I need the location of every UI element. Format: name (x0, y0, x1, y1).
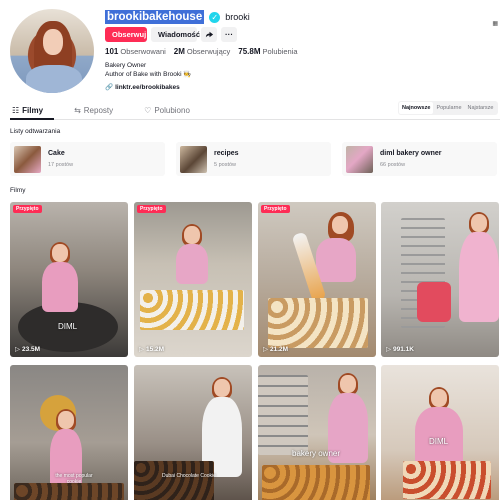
videos-heading: Filmy (10, 187, 26, 194)
grid-icon: ☷ (12, 105, 20, 115)
video-thumbnail[interactable]: DIML (381, 365, 499, 500)
repost-icon: ⇆ (74, 105, 81, 115)
view-count: ▷ 23.5M (15, 345, 41, 354)
video-caption: bakery owner (292, 449, 341, 458)
profile-actions: Obserwuj Wiadomość ··· (105, 27, 237, 42)
username: brookibakehouse (105, 10, 205, 24)
playlist-thumbnail (14, 145, 41, 173)
playlist-card[interactable]: diml bakery owner 66 postów (342, 142, 497, 176)
pinned-badge: Przypięto (137, 205, 166, 213)
pinned-badge: Przypięto (13, 205, 42, 213)
following-stat[interactable]: 101 Obserwowani (105, 47, 166, 56)
playlist-name: diml bakery owner (380, 150, 442, 157)
profile-link-text[interactable]: linktr.ee/brookibakes (115, 84, 180, 91)
share-icon[interactable] (201, 27, 217, 42)
corner-icons: ▦ (492, 20, 498, 27)
video-thumbnail[interactable]: Przypięto ▷ 21.2M (258, 202, 376, 357)
playlist-name: recipes (214, 150, 239, 157)
tab-liked[interactable]: ♡ Polubiono (142, 102, 190, 118)
profile-avatar[interactable] (10, 9, 94, 93)
video-caption: DIML (58, 322, 78, 331)
video-thumbnail[interactable]: Przypięto ▷ 15.2M (134, 202, 252, 357)
video-caption: Dubai Chocolate Cookie (162, 473, 216, 479)
video-thumbnail[interactable]: ▷ 991.1K (381, 202, 499, 357)
view-count: ▷ 21.2M (263, 345, 289, 354)
profile-stats: 101 Obserwowani 2M Obserwujący 75.8M Polubi… (105, 47, 298, 56)
bio-line: Author of Bake with Brooki 🧑‍🍳 (105, 70, 192, 78)
nickname: brooki (225, 12, 250, 22)
active-tab-indicator (10, 118, 54, 120)
tab-videos[interactable]: ☷ Filmy (10, 102, 43, 118)
playlist-count: 5 postów (214, 162, 237, 168)
sort-popular[interactable]: Popularne (433, 102, 464, 114)
playlist-thumbnail (346, 145, 373, 173)
view-count: ▷ 15.2M (139, 345, 165, 354)
sort-oldest[interactable]: Najstarsze (465, 102, 497, 114)
sort-switcher: Najnowsze Popularne Najstarsze (398, 101, 498, 115)
follow-button[interactable]: Obserwuj (105, 27, 147, 42)
likes-stat: 75.8M Polubienia (238, 47, 298, 56)
playlist-count: 66 postów (380, 162, 406, 168)
view-count: ▷ 991.1K (386, 345, 414, 354)
video-thumbnail[interactable]: the most popular cookie (10, 365, 128, 500)
profile-link[interactable]: 🔗 linktr.ee/brookibakes (105, 83, 180, 92)
video-caption: the most popular cookie (55, 473, 93, 485)
video-thumbnail[interactable]: Dubai Chocolate Cookie (134, 365, 252, 500)
video-thumbnail[interactable]: bakery owner (258, 365, 376, 500)
heart-outline-icon: ♡ (144, 105, 152, 115)
username-row: brookibakehouse ✓ brooki (105, 10, 250, 24)
bio-line: Bakery Owner (105, 62, 147, 69)
message-button[interactable]: Wiadomość (151, 27, 200, 42)
more-options-icon[interactable]: ··· (221, 27, 237, 42)
playlist-count: 17 postów (48, 162, 74, 168)
verified-badge-icon: ✓ (209, 11, 221, 23)
play-icon: ▷ (15, 346, 20, 353)
profile-bio: Bakery Owner Author of Bake with Brooki … (105, 62, 192, 79)
video-caption: DIML (429, 437, 449, 446)
playlist-card[interactable]: Cake 17 postów (10, 142, 165, 176)
tab-reposts[interactable]: ⇆ Reposty (72, 102, 113, 118)
play-icon: ▷ (386, 346, 391, 353)
play-icon: ▷ (139, 346, 144, 353)
followers-stat[interactable]: 2M Obserwujący (174, 47, 230, 56)
video-thumbnail[interactable]: Przypięto DIML ▷ 23.5M (10, 202, 128, 357)
sort-newest[interactable]: Najnowsze (399, 102, 434, 114)
playlists-heading: Listy odtwarzania (10, 128, 61, 135)
playlist-card[interactable]: recipes 5 postów (176, 142, 331, 176)
tabs-divider (10, 119, 500, 120)
playlist-thumbnail (180, 145, 207, 173)
pinned-badge: Przypięto (261, 205, 290, 213)
link-icon: 🔗 (105, 84, 114, 91)
qr-code-icon[interactable]: ▦ (492, 20, 498, 27)
playlist-name: Cake (48, 150, 65, 157)
play-icon: ▷ (263, 346, 268, 353)
